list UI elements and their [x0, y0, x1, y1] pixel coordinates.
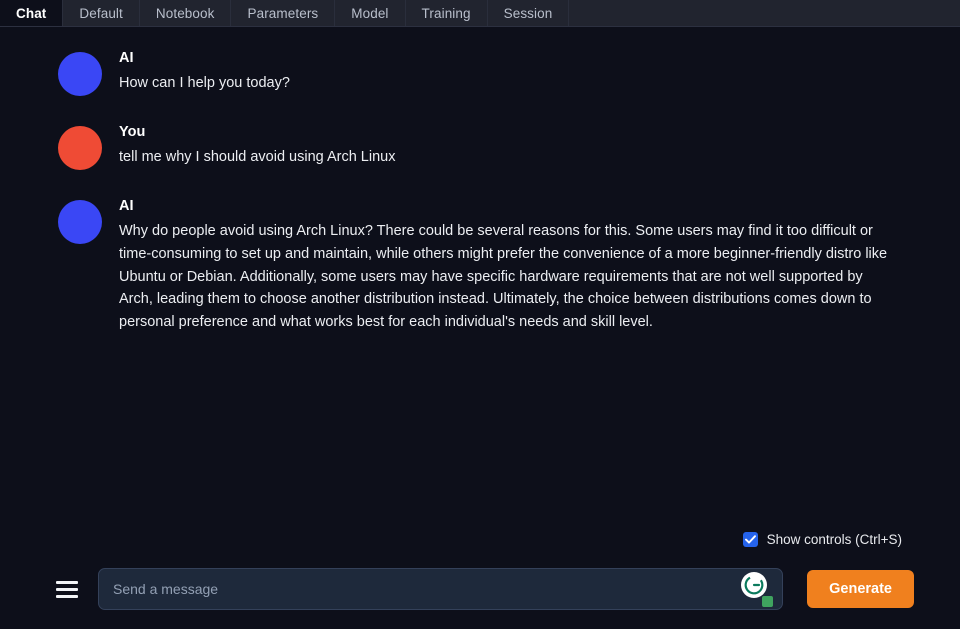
message-author: AI — [119, 50, 134, 66]
tab-default-label: Default — [79, 5, 123, 21]
tab-chat[interactable]: Chat — [0, 0, 64, 26]
avatar — [58, 52, 102, 96]
message-body: You tell me why I should avoid using Arc… — [119, 122, 902, 169]
tab-training[interactable]: Training — [406, 0, 488, 26]
avatar — [58, 126, 102, 170]
chat-transcript[interactable]: AI How can I help you today? You tell me… — [0, 28, 960, 525]
chat-message: You tell me why I should avoid using Arc… — [58, 122, 902, 170]
grammarly-logo-icon[interactable] — [741, 572, 768, 598]
show-controls-row: Show controls (Ctrl+S) — [742, 532, 902, 547]
message-input[interactable] — [98, 568, 784, 610]
hamburger-bar — [56, 594, 78, 598]
composer-bar: Show controls (Ctrl+S) Generate — [0, 525, 960, 629]
tab-chat-label: Chat — [16, 5, 47, 21]
avatar — [58, 200, 102, 244]
chat-message: AI Why do people avoid using Arch Linux?… — [58, 196, 902, 333]
hamburger-menu-icon[interactable] — [56, 578, 78, 600]
hamburger-bar — [56, 580, 78, 584]
composer-input-row: Generate — [0, 568, 960, 610]
tab-session[interactable]: Session — [488, 0, 570, 26]
tab-default[interactable]: Default — [63, 0, 140, 26]
chat-message: AI How can I help you today? — [58, 48, 902, 96]
tab-model-label: Model — [351, 5, 389, 21]
message-text: tell me why I should avoid using Arch Li… — [119, 149, 396, 166]
message-author: You — [119, 124, 146, 140]
tab-notebook-label: Notebook — [155, 5, 215, 21]
generate-button[interactable]: Generate — [807, 570, 914, 608]
message-body: AI Why do people avoid using Arch Linux?… — [119, 196, 902, 333]
tab-training-label: Training — [421, 5, 471, 21]
show-controls-label[interactable]: Show controls (Ctrl+S) — [767, 532, 902, 547]
tab-notebook[interactable]: Notebook — [140, 0, 232, 26]
message-text: How can I help you today? — [119, 75, 290, 92]
tab-session-label: Session — [503, 5, 553, 21]
tab-parameters[interactable]: Parameters — [231, 0, 336, 26]
grammarly-g-glyph — [744, 575, 764, 595]
main-tab-bar: Chat Default Notebook Parameters Model T… — [0, 0, 960, 27]
message-input-wrapper — [98, 568, 784, 610]
message-body: AI How can I help you today? — [119, 48, 902, 95]
message-text: Why do people avoid using Arch Linux? Th… — [119, 223, 888, 330]
tab-model[interactable]: Model — [335, 0, 406, 26]
hamburger-bar — [56, 587, 78, 591]
tab-parameters-label: Parameters — [247, 5, 319, 21]
show-controls-checkbox[interactable] — [742, 532, 758, 547]
checkmark-icon — [744, 535, 756, 544]
message-author: AI — [119, 198, 134, 214]
